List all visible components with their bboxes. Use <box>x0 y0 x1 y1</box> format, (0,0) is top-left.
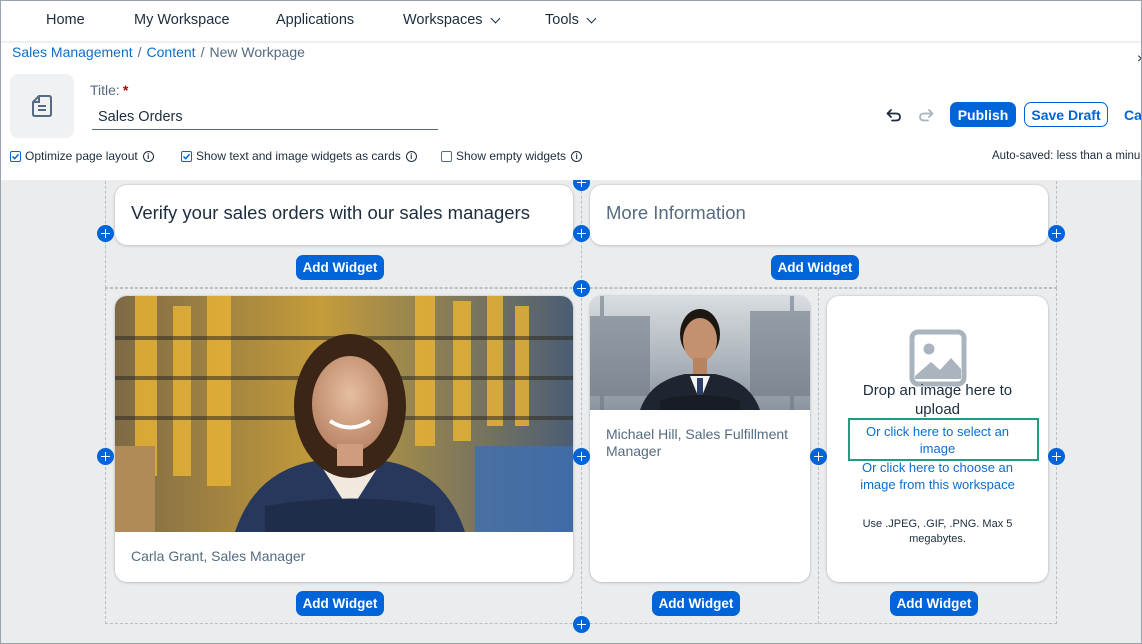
undo-button[interactable] <box>882 104 906 126</box>
nav-tools[interactable]: Tools <box>545 12 597 28</box>
show-empty-option: Show empty widgets i <box>441 149 583 163</box>
image-caption: Michael Hill, Sales Fulfillment Manager <box>606 426 789 459</box>
text-widget-card[interactable]: More Information <box>590 185 1048 245</box>
show-cards-checkbox[interactable] <box>181 150 192 162</box>
redo-button[interactable] <box>914 104 938 126</box>
add-column-plus-icon[interactable] <box>573 448 590 465</box>
save-draft-button[interactable]: Save Draft <box>1024 102 1108 127</box>
chevron-down-icon <box>586 13 597 23</box>
chevron-down-icon <box>490 13 500 23</box>
add-widget-button[interactable]: Add Widget <box>296 591 384 616</box>
title-input[interactable] <box>92 104 438 130</box>
optimize-layout-label: Optimize page layout <box>25 149 138 163</box>
text-widget-card[interactable]: Verify your sales orders with our sales … <box>115 185 573 245</box>
add-column-plus-icon[interactable] <box>1048 448 1065 465</box>
nav-home[interactable]: Home <box>46 12 85 28</box>
file-format-hint: Use .JPEG, .GIF, .PNG. Max 5 megabytes. <box>862 518 1013 545</box>
checkmark-icon <box>11 153 20 160</box>
add-section-plus-icon[interactable] <box>573 616 590 633</box>
publish-button[interactable]: Publish <box>950 102 1016 127</box>
image-widget-card[interactable]: Carla Grant, Sales Manager <box>115 296 573 582</box>
breadcrumb-separator: / <box>200 44 205 60</box>
add-column-plus-icon[interactable] <box>97 448 114 465</box>
card-heading: Verify your sales orders with our sales … <box>131 202 530 223</box>
add-column-plus-icon[interactable] <box>97 225 114 242</box>
show-empty-checkbox[interactable] <box>441 150 452 162</box>
top-navigation-bar: Home My Workspace Applications Workspace… <box>0 0 1142 41</box>
show-empty-label: Show empty widgets <box>456 149 567 163</box>
nav-applications[interactable]: Applications <box>276 12 354 28</box>
cancel-button[interactable]: Ca <box>1124 107 1142 123</box>
redo-icon <box>919 109 934 122</box>
add-column-plus-icon[interactable] <box>1048 225 1065 242</box>
card-heading: More Information <box>606 202 746 223</box>
drop-image-text: Drop an image here to upload <box>862 382 1013 418</box>
page-header: Sales Management / Content / New Workpage × … <box>0 41 1142 180</box>
info-icon[interactable]: i <box>571 150 583 162</box>
optimize-layout-checkbox[interactable] <box>10 150 21 162</box>
show-cards-option: Show text and image widgets as cards i <box>181 149 417 163</box>
add-widget-button[interactable]: Add Widget <box>296 255 384 280</box>
breadcrumb-separator: / <box>137 44 142 60</box>
breadcrumb: Sales Management / Content / New Workpage <box>12 44 305 60</box>
nav-workspaces[interactable]: Workspaces <box>403 12 500 28</box>
breadcrumb-link-sales-management[interactable]: Sales Management <box>12 44 133 60</box>
photo-michael-hill <box>590 296 810 410</box>
document-icon <box>32 95 52 117</box>
info-icon[interactable]: i <box>405 150 417 162</box>
nav-my-workspace[interactable]: My Workspace <box>134 12 230 28</box>
breadcrumb-current: New Workpage <box>209 44 305 60</box>
page-icon-tile <box>10 74 74 138</box>
show-cards-label: Show text and image widgets as cards <box>196 149 401 163</box>
checkmark-icon <box>182 153 191 160</box>
photo-carla-grant <box>115 296 573 532</box>
add-column-plus-icon[interactable] <box>573 225 590 242</box>
info-icon[interactable]: i <box>142 150 154 162</box>
undo-icon <box>886 109 901 122</box>
add-section-plus-icon[interactable] <box>573 280 590 297</box>
add-widget-button[interactable]: Add Widget <box>890 591 978 616</box>
add-widget-button[interactable]: Add Widget <box>771 255 859 280</box>
add-widget-button[interactable]: Add Widget <box>652 591 740 616</box>
image-widget-card[interactable]: Michael Hill, Sales Fulfillment Manager <box>590 296 810 582</box>
highlight-annotation-box <box>848 418 1039 461</box>
close-icon[interactable]: × <box>1137 50 1142 66</box>
autosaved-status: Auto-saved: less than a minu <box>992 150 1141 162</box>
workpage-canvas: Verify your sales orders with our sales … <box>0 180 1142 644</box>
breadcrumb-link-content[interactable]: Content <box>147 44 196 60</box>
image-caption: Carla Grant, Sales Manager <box>131 548 306 564</box>
image-placeholder-icon <box>909 329 967 387</box>
required-mark: * <box>122 82 129 98</box>
optimize-layout-option: Optimize page layout i <box>10 149 154 163</box>
choose-workspace-image-link[interactable]: Or click here to choose an image from th… <box>827 459 1048 493</box>
add-column-plus-icon[interactable] <box>810 448 827 465</box>
title-label: Title: * <box>90 82 129 98</box>
